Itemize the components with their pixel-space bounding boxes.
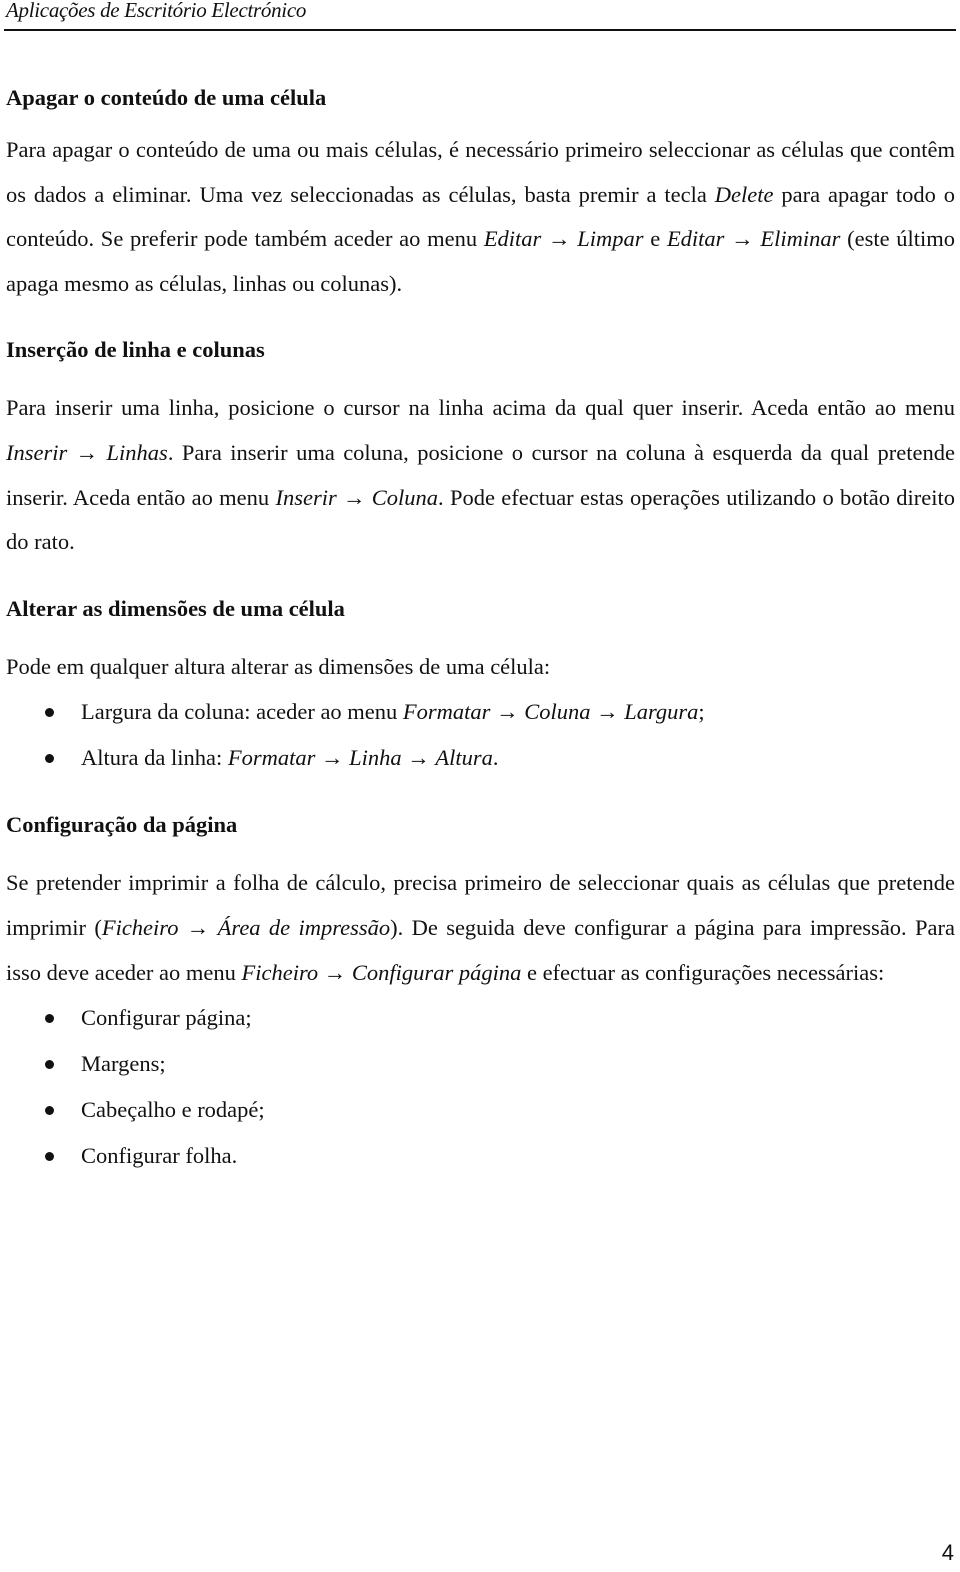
list-item-text: Configurar folha. (81, 1143, 238, 1169)
menu-term: Configurar página (351, 959, 522, 985)
menu-term: Coluna (371, 484, 439, 510)
bullet-icon (45, 1152, 54, 1162)
menu-term: Limpar (577, 226, 644, 252)
page-content: Apagar o conteúdo de uma célula Para apa… (6, 76, 955, 1179)
menu-term: Inserir (275, 484, 337, 510)
section-heading: Configuração da página (6, 812, 238, 838)
running-header: Aplicações de Escritório Electrónico (6, 0, 307, 22)
list-item-text: Largura da coluna: aceder ao menu Format… (81, 699, 705, 725)
bullet-icon (45, 708, 54, 718)
page-number: 4 (941, 1540, 954, 1565)
section-configuracao-pagina: Configuração da página Se pretender impr… (6, 803, 955, 1179)
list-item: Largura da coluna: aceder ao menu Format… (6, 689, 955, 735)
section-heading: Alterar as dimensões de uma célula (6, 595, 345, 621)
section-paragraph: Para apagar o conteúdo de uma ou mais cé… (6, 137, 956, 296)
section-apagar-conteudo: Apagar o conteúdo de uma célula Para apa… (6, 76, 955, 306)
list-item: Configurar folha. (6, 1133, 955, 1179)
list-item: Configurar página; (6, 995, 955, 1041)
section-alterar-dimensoes: Alterar as dimensões de uma célula Pode … (6, 587, 955, 782)
bullet-list: Configurar página; Margens; Cabeçalho e ro… (6, 995, 955, 1179)
menu-term: Ficheiro (101, 914, 179, 940)
menu-term: Ficheiro (241, 959, 319, 985)
section-heading: Inserção de linha e colunas (6, 337, 265, 363)
menu-term: Largura (624, 699, 699, 725)
list-item-text: Cabeçalho e rodapé; (81, 1097, 265, 1123)
section-paragraph: Pode em qualquer altura alterar as dimen… (6, 653, 551, 679)
menu-term: Delete (714, 181, 774, 207)
list-item: Cabeçalho e rodapé; (6, 1087, 955, 1133)
section-heading: Apagar o conteúdo de uma célula (6, 85, 327, 110)
menu-term: Editar (666, 226, 725, 252)
menu-term: Área de impressão (217, 914, 391, 940)
menu-term: Formatar (402, 699, 491, 725)
menu-term: Altura (435, 745, 493, 771)
section-paragraph: Para inserir uma linha, posicione o curs… (6, 395, 956, 555)
section-paragraph: Se pretender imprimir a folha de cálculo… (6, 870, 956, 985)
menu-term: Formatar (227, 745, 316, 771)
bullet-icon (45, 1060, 54, 1070)
section-insercao-linhas-colunas: Inserção de linha e colunas Para inserir… (6, 328, 955, 564)
menu-term: Coluna (524, 699, 591, 725)
menu-term: Linha (349, 745, 402, 771)
list-item-text: Margens; (81, 1051, 166, 1077)
header-rule (4, 29, 956, 31)
menu-term: Eliminar (760, 226, 841, 252)
list-item-text: Altura da linha: Formatar → Linha → Altu… (81, 745, 499, 771)
list-item: Margens; (6, 1041, 955, 1087)
bullet-icon (45, 1014, 54, 1024)
bullet-icon (45, 754, 54, 764)
menu-term: Linhas (106, 439, 168, 465)
menu-term: Inserir (6, 439, 68, 465)
bullet-list: Largura da coluna: aceder ao menu Format… (6, 689, 955, 781)
menu-term: Editar (483, 226, 542, 252)
bullet-icon (45, 1106, 54, 1116)
list-item: Altura da linha: Formatar → Linha → Altu… (6, 735, 955, 781)
list-item-text: Configurar página; (81, 1005, 252, 1031)
